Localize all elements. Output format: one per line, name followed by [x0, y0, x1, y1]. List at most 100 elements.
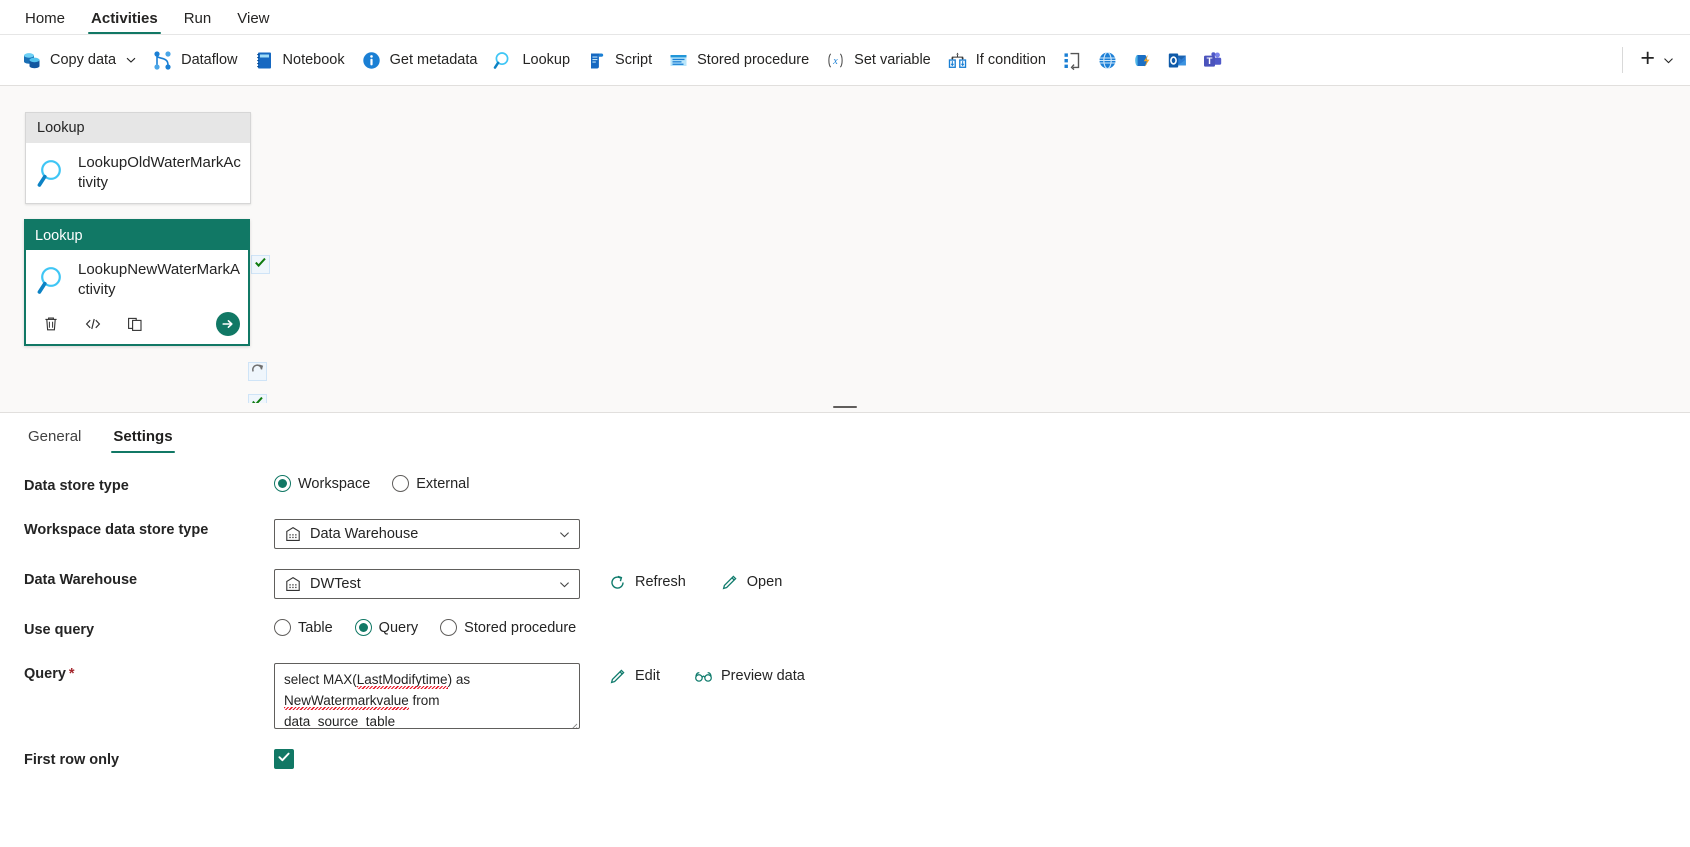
toolbar-item-outlook[interactable] — [1160, 42, 1195, 78]
toolbar-item-notebook-label: Notebook — [282, 52, 345, 68]
query-token-plain: ) as — [447, 672, 471, 687]
data-warehouse-dropdown[interactable]: DWTest — [274, 569, 580, 599]
radio-stored-procedure[interactable]: Stored procedure — [440, 619, 576, 636]
ribbon-tab-home[interactable]: Home — [12, 11, 78, 34]
splitter-grip-handle[interactable] — [833, 406, 857, 408]
radio-table[interactable]: Table — [274, 619, 333, 636]
textarea-resize-handle[interactable] — [568, 717, 578, 728]
radio-table-label: Table — [298, 619, 333, 636]
lookup-magnifier-icon — [34, 261, 72, 299]
radio-mark-icon — [440, 619, 458, 636]
toolbar-item-stored-procedure-label: Stored procedure — [697, 52, 810, 68]
open-button[interactable]: Open — [714, 569, 788, 595]
toolbar-item-azure-function[interactable] — [1125, 42, 1160, 78]
toolbar-item-script[interactable]: Script — [579, 42, 661, 78]
stored-procedure-icon — [668, 50, 689, 71]
use-query-label: Use query — [24, 622, 95, 638]
toolbar-item-stored-procedure[interactable]: Stored procedure — [661, 42, 818, 78]
toolbar-item-if-condition[interactable]: If condition — [940, 42, 1055, 78]
radio-stored-procedure-label: Stored procedure — [464, 619, 577, 636]
connector-chip-success[interactable] — [248, 394, 267, 403]
chevron-down-icon[interactable] — [557, 577, 571, 591]
svg-text:x: x — [832, 56, 838, 67]
ribbon-tab-view-label: View — [237, 10, 270, 27]
field-row-query: Query * select MAX(LastModifytime) as New… — [24, 663, 1690, 729]
run-arrow-icon[interactable] — [216, 312, 240, 336]
toolbar-item-get-metadata[interactable]: Get metadata — [354, 42, 487, 78]
activity-node-actions — [26, 310, 248, 344]
toolbar-item-web[interactable] — [1090, 42, 1125, 78]
ribbon-tab-view[interactable]: View — [224, 11, 282, 34]
radio-external[interactable]: External — [392, 475, 469, 492]
workspace-data-store-type-label: Workspace data store type — [24, 522, 209, 538]
edit-query-button[interactable]: Edit — [602, 663, 666, 689]
activity-node-type-header: Lookup — [26, 113, 250, 143]
for-each-icon — [1062, 50, 1083, 71]
activity-node-body: LookupNewWaterMarkActivity — [26, 250, 248, 310]
toolbar-item-notebook[interactable]: Notebook — [247, 42, 354, 78]
chevron-down-icon[interactable] — [557, 527, 571, 541]
delete-trash-icon[interactable] — [38, 311, 64, 337]
field-row-data-warehouse: Data Warehouse DWTest Refresh Open — [24, 569, 1690, 599]
toolbar-item-lookup[interactable]: Lookup — [486, 42, 579, 78]
data-warehouse-label: Data Warehouse — [24, 572, 138, 588]
radio-workspace-label: Workspace — [298, 475, 371, 492]
preview-data-button-label: Preview data — [721, 668, 805, 684]
pencil-edit-icon — [608, 667, 627, 686]
chevron-down-icon[interactable] — [124, 53, 138, 67]
toolbar-item-dataflow[interactable]: Dataflow — [145, 42, 246, 78]
radio-mark-icon — [274, 619, 291, 636]
data-store-type-radio-group: Workspace External — [274, 475, 491, 492]
duplicate-copy-icon[interactable] — [122, 311, 148, 337]
toolbar-item-teams[interactable]: T — [1195, 42, 1230, 78]
query-token-plain: select MAX( — [284, 672, 357, 687]
toolbar-item-get-metadata-label: Get metadata — [389, 52, 478, 68]
toolbar-item-set-variable[interactable]: x Set variable — [818, 42, 940, 78]
radio-external-label: External — [416, 475, 470, 492]
activity-node-lookup-old-watermark[interactable]: Lookup LookupOldWaterMarkActivity — [25, 112, 251, 204]
radio-workspace[interactable]: Workspace — [274, 475, 370, 492]
radio-query-label: Query — [378, 619, 419, 636]
connector-chip-on-completion[interactable] — [248, 362, 267, 381]
query-token-misspelled: LastModifytime — [356, 672, 448, 687]
query-token-misspelled: NewWatermarkvalue — [284, 693, 409, 708]
chevron-down-icon[interactable] — [1661, 53, 1675, 67]
first-row-only-label: First row only — [24, 752, 120, 768]
svg-text:T: T — [1206, 56, 1212, 67]
first-row-only-checkbox[interactable] — [274, 749, 294, 769]
tab-settings[interactable]: Settings — [103, 428, 182, 453]
activity-node-body: LookupOldWaterMarkActivity — [26, 143, 250, 203]
panel-splitter[interactable] — [0, 403, 1690, 413]
refresh-button[interactable]: Refresh — [602, 569, 692, 595]
tab-general-label: General — [28, 428, 82, 445]
toolbar-add-activity-button[interactable]: + — [1633, 42, 1682, 78]
ribbon-tab-activities[interactable]: Activities — [78, 11, 171, 34]
activity-node-lookup-new-watermark[interactable]: Lookup LookupNewWaterMarkActivity — [24, 219, 250, 346]
ribbon-tab-run[interactable]: Run — [171, 11, 225, 34]
success-check-icon — [251, 395, 264, 403]
workspace-data-store-type-dropdown[interactable]: Data Warehouse — [274, 519, 580, 549]
required-asterisk: * — [68, 666, 75, 682]
preview-data-button[interactable]: Preview data — [688, 663, 811, 689]
ribbon-tab-activities-label: Activities — [91, 10, 158, 27]
connector-chip-success[interactable] — [251, 255, 270, 274]
activity-properties-panel: General Settings Data store type Workspa… — [0, 413, 1690, 773]
radio-query[interactable]: Query — [354, 619, 419, 636]
code-view-icon[interactable] — [80, 311, 106, 337]
success-check-icon — [254, 256, 267, 274]
activity-node-type-header: Lookup — [26, 221, 248, 250]
query-textarea[interactable]: select MAX(LastModifytime) as NewWaterma… — [274, 663, 580, 729]
activities-toolbar: Copy data Dataflow Notebook Get metadata… — [0, 34, 1690, 86]
toolbar-item-dataflow-label: Dataflow — [181, 52, 238, 68]
toolbar-item-for-each[interactable] — [1055, 42, 1090, 78]
toolbar-item-copy-data-label: Copy data — [50, 52, 117, 68]
checkmark-icon — [277, 750, 291, 769]
field-row-data-store-type: Data store type Workspace External — [24, 475, 1690, 499]
refresh-icon — [608, 573, 627, 592]
pipeline-canvas[interactable]: Lookup LookupOldWaterMarkActivity Lookup — [0, 86, 1690, 403]
ribbon-tab-strip: Home Activities Run View — [0, 0, 1690, 34]
toolbar-item-copy-data[interactable]: Copy data — [14, 42, 145, 78]
tab-general[interactable]: General — [18, 428, 91, 453]
radio-mark-icon — [274, 475, 291, 492]
if-condition-icon — [947, 50, 968, 71]
